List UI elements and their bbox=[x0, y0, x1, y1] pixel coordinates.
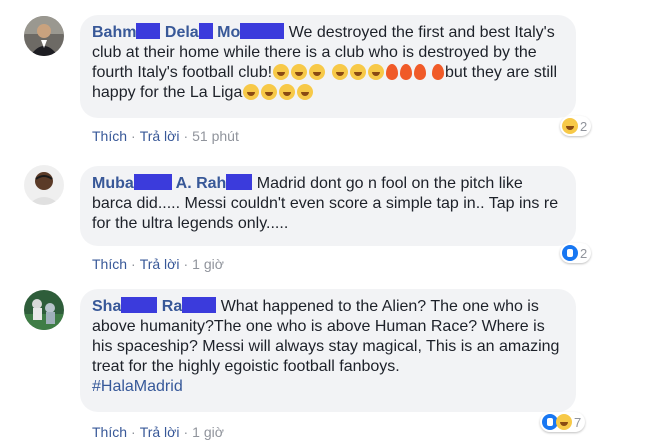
comment-actions: Thích · Trả lời · 51 phút bbox=[92, 128, 239, 144]
laughing-emoji-icon bbox=[367, 64, 384, 80]
reaction-count: 7 bbox=[574, 414, 582, 430]
fire-emoji-icon bbox=[431, 64, 444, 80]
separator: · bbox=[131, 256, 136, 272]
laughing-emoji-icon bbox=[331, 64, 348, 80]
separator: · bbox=[183, 424, 189, 440]
timestamp[interactable]: 1 giờ bbox=[192, 256, 224, 272]
laughing-emoji-icon bbox=[279, 84, 296, 100]
reply-link[interactable]: Trả lời bbox=[140, 128, 180, 144]
timestamp[interactable]: 51 phút bbox=[192, 128, 239, 144]
separator: · bbox=[183, 256, 189, 272]
redaction-block bbox=[240, 23, 285, 39]
redaction-block bbox=[226, 174, 253, 190]
separator: · bbox=[131, 424, 136, 440]
laughing-emoji-icon bbox=[243, 84, 260, 100]
redaction-block bbox=[136, 23, 161, 39]
like-link[interactable]: Thích bbox=[92, 128, 127, 144]
separator: · bbox=[131, 128, 136, 144]
comment-bubble: Bahm Dela Mo We destroyed the first and … bbox=[80, 15, 576, 118]
haha-icon bbox=[556, 414, 572, 430]
comment-text: Muba A. Rah Madrid dont go n fool on the… bbox=[92, 174, 562, 234]
redaction-block bbox=[133, 174, 172, 190]
reaction-count: 2 bbox=[580, 245, 588, 261]
haha-icon bbox=[562, 118, 578, 134]
laughing-emoji-icon bbox=[297, 84, 314, 100]
comment-actions: Thích · Trả lời · 1 giờ bbox=[92, 256, 224, 272]
reaction-summary[interactable]: 2 bbox=[560, 116, 592, 136]
comment-thread: Bahm Dela Mo We destroyed the first and … bbox=[0, 0, 660, 444]
timestamp[interactable]: 1 giờ bbox=[192, 424, 224, 440]
laughing-emoji-icon bbox=[261, 84, 278, 100]
like-icon bbox=[562, 245, 578, 261]
reaction-summary[interactable]: 2 bbox=[560, 243, 592, 263]
comment-actions: Thích · Trả lời · 1 giờ bbox=[92, 424, 224, 440]
avatar[interactable] bbox=[24, 290, 64, 330]
reaction-count: 2 bbox=[580, 118, 588, 134]
laughing-emoji-icon bbox=[291, 64, 308, 80]
comment-text: Sha Ra What happened to the Alien? The o… bbox=[92, 297, 562, 397]
comment-bubble: Sha Ra What happened to the Alien? The o… bbox=[80, 289, 576, 412]
avatar[interactable] bbox=[24, 165, 64, 205]
reply-link[interactable]: Trả lời bbox=[140, 424, 180, 440]
fire-emoji-icon bbox=[385, 64, 398, 80]
avatar[interactable] bbox=[24, 16, 64, 56]
fire-emoji-icon bbox=[413, 64, 426, 80]
laughing-emoji-icon bbox=[349, 64, 366, 80]
laughing-emoji-icon bbox=[309, 64, 326, 80]
separator: · bbox=[183, 128, 189, 144]
fire-emoji-icon bbox=[399, 64, 412, 80]
commenter-name[interactable]: Muba A. Rah bbox=[92, 174, 253, 192]
laughing-emoji-icon bbox=[273, 64, 290, 80]
commenter-name[interactable]: Sha Ra bbox=[92, 297, 217, 315]
hashtag-link[interactable]: #HalaMadrid bbox=[92, 378, 183, 395]
comment-bubble: Muba A. Rah Madrid dont go n fool on the… bbox=[80, 166, 576, 246]
redaction-block bbox=[198, 23, 213, 39]
commenter-name[interactable]: Bahm Dela Mo bbox=[92, 23, 285, 41]
reaction-summary[interactable]: 7 bbox=[540, 412, 586, 432]
redaction-block bbox=[182, 297, 217, 313]
like-link[interactable]: Thích bbox=[92, 256, 127, 272]
redaction-block bbox=[121, 297, 158, 313]
like-link[interactable]: Thích bbox=[92, 424, 127, 440]
comment-text: Bahm Dela Mo We destroyed the first and … bbox=[92, 23, 562, 103]
reply-link[interactable]: Trả lời bbox=[140, 256, 180, 272]
